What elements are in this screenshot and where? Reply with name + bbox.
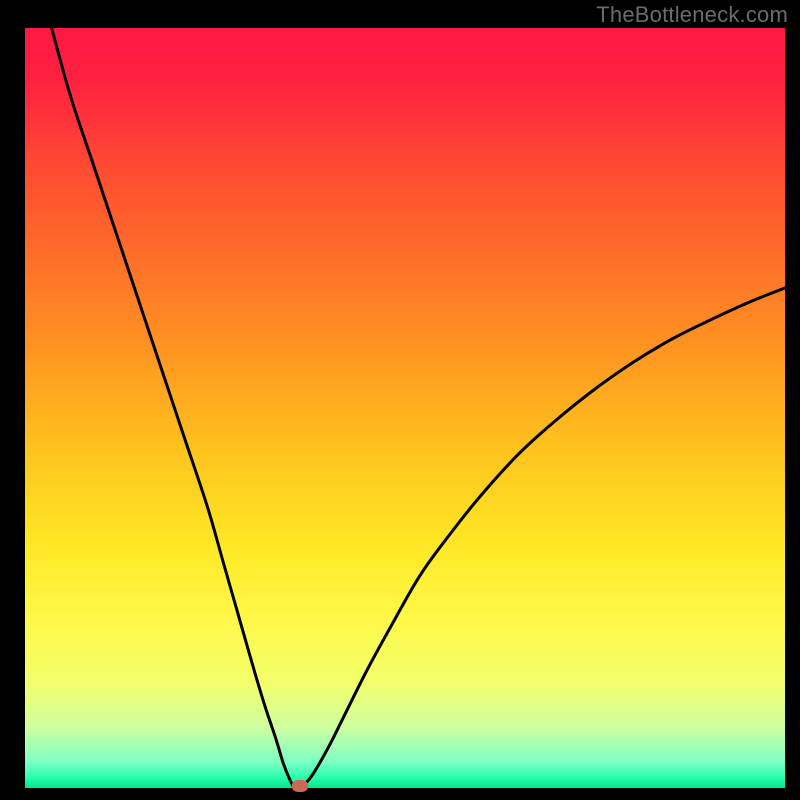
plot-area: [25, 28, 785, 788]
bottleneck-curve: [25, 28, 785, 788]
watermark-text: TheBottleneck.com: [596, 2, 788, 28]
outer-frame: TheBottleneck.com: [0, 0, 800, 800]
series-left-branch: [52, 28, 294, 786]
series-right-branch: [306, 288, 785, 783]
optimal-point-marker: [292, 780, 308, 792]
